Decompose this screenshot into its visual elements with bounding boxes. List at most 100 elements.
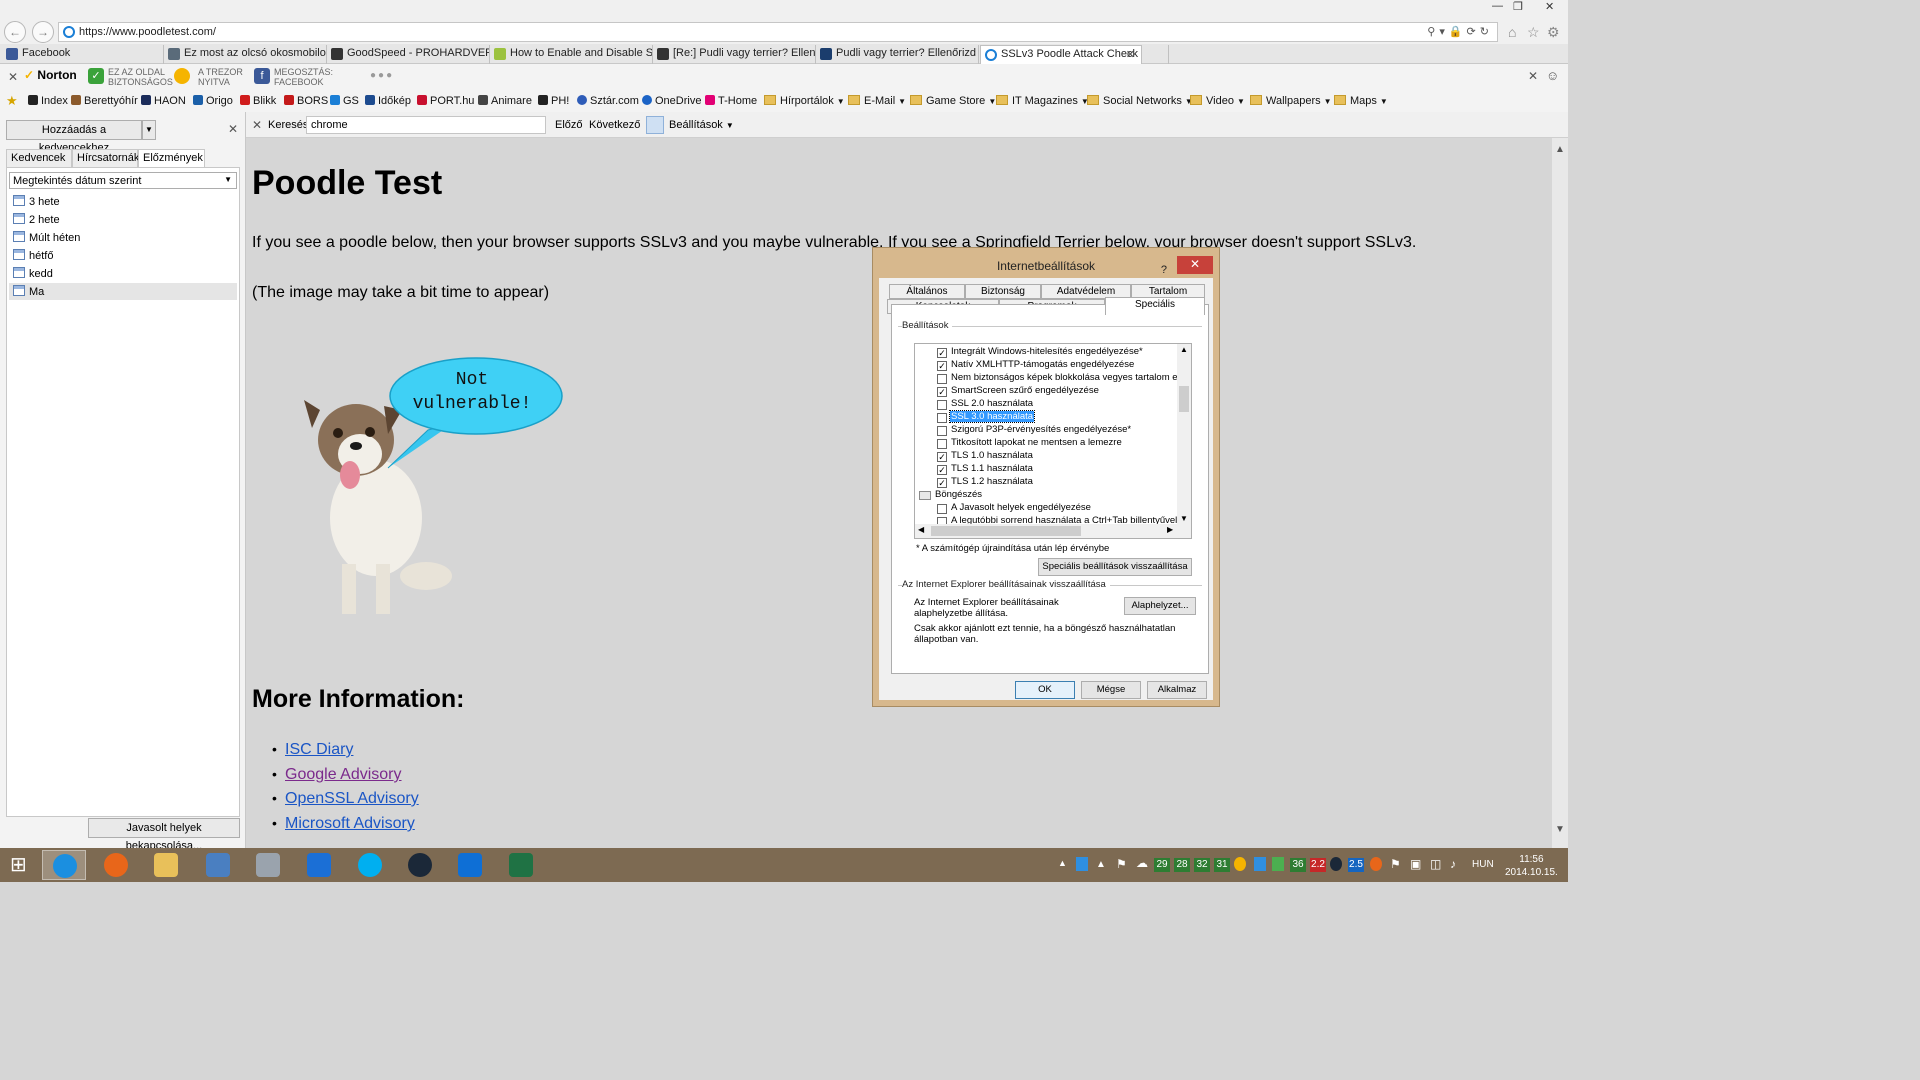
tab-history[interactable]: Előzmények: [138, 149, 205, 167]
norton-logo[interactable]: ✓ Norton: [24, 68, 80, 86]
chevron-up-icon[interactable]: ▲: [1180, 345, 1188, 354]
folder-maps[interactable]: Maps ▼: [1334, 95, 1388, 107]
fav-haon[interactable]: HAON: [141, 95, 186, 107]
tray-app-icon[interactable]: [1370, 857, 1382, 871]
checkbox-checked[interactable]: ✓: [937, 361, 947, 371]
fav-onedrive[interactable]: OneDrive: [642, 95, 701, 107]
close-window-icon[interactable]: ✕: [1545, 0, 1554, 13]
help-icon[interactable]: ?: [1161, 258, 1167, 282]
settings-horizontal-scrollbar[interactable]: ◀ ▶: [915, 524, 1191, 538]
fav-port[interactable]: PORT.hu: [417, 95, 474, 107]
apply-button[interactable]: Alkalmaz: [1147, 681, 1207, 699]
close-toolbar-icon[interactable]: ✕: [8, 70, 18, 84]
taskbar-mail[interactable]: [297, 850, 341, 880]
add-favorite-star-icon[interactable]: ★: [6, 93, 18, 109]
favorites-star-icon[interactable]: ☆: [1527, 24, 1540, 41]
checkbox[interactable]: [937, 413, 947, 423]
monitor-icon[interactable]: ▣: [1410, 857, 1421, 871]
tab-goodspeed[interactable]: GoodSpeed - PROHARDVER! T...: [327, 45, 490, 64]
history-item[interactable]: 2 hete: [13, 213, 60, 226]
find-options-button[interactable]: Beállítások ▼: [669, 119, 734, 131]
chevron-right-icon[interactable]: ▶: [1167, 525, 1173, 534]
restore-icon[interactable]: ❐: [1513, 0, 1523, 13]
new-tab-button[interactable]: [1142, 45, 1169, 64]
fav-sztar[interactable]: Sztár.com: [577, 95, 639, 107]
tray-expand-icon[interactable]: ▲: [1058, 858, 1067, 868]
tray-app-icon[interactable]: [1272, 857, 1284, 871]
tray-app-icon[interactable]: [1254, 857, 1266, 871]
tab-pudli-re[interactable]: [Re:] Pudli vagy terrier? Ellenőri...: [653, 45, 816, 64]
tab-advanced[interactable]: Speciális: [1105, 297, 1205, 315]
norton-share[interactable]: MEGOSZTÁS: FACEBOOK: [274, 67, 333, 87]
back-button[interactable]: ←: [4, 21, 26, 43]
find-previous-button[interactable]: Előző: [555, 119, 583, 131]
address-bar[interactable]: https://www.poodletest.com/ ⚲▾🔒⟳↻: [58, 22, 1498, 42]
restore-advanced-button[interactable]: Speciális beállítások visszaállítása: [1038, 558, 1192, 576]
fav-idokep[interactable]: Időkép: [365, 95, 411, 107]
norton-vault-status[interactable]: A TREZOR NYITVA: [198, 67, 243, 87]
folder-video[interactable]: Video ▼: [1190, 95, 1245, 107]
fav-berettyohir[interactable]: Berettyóhír: [71, 95, 138, 107]
fav-animare[interactable]: Animare: [478, 95, 532, 107]
history-item-selected[interactable]: Ma: [9, 283, 237, 300]
clock[interactable]: 11:56 2014.10.15.: [1505, 853, 1558, 879]
address-tools-icons[interactable]: ⚲▾🔒⟳↻: [1427, 25, 1493, 38]
forward-button[interactable]: →: [32, 21, 54, 43]
find-next-button[interactable]: Következő: [589, 119, 640, 131]
tray-counter[interactable]: 31: [1214, 858, 1230, 872]
scroll-down-icon[interactable]: ▼: [1555, 824, 1565, 835]
settings-vertical-scrollbar[interactable]: ▲ ▼: [1177, 344, 1191, 526]
shield-icon[interactable]: ⚑: [1116, 857, 1127, 871]
tray-counter[interactable]: 2.5: [1348, 858, 1364, 872]
taskbar-control-panel[interactable]: [196, 850, 240, 880]
signal-icon[interactable]: ▲: [1096, 859, 1106, 870]
tab-security[interactable]: Biztonság: [965, 284, 1041, 299]
flag-icon[interactable]: ⚑: [1390, 857, 1401, 871]
highlight-pen-icon[interactable]: [646, 116, 664, 134]
folder-hirportalok[interactable]: Hírportálok ▼: [764, 95, 845, 107]
history-sort-select[interactable]: Megtekintés dátum szerint ▼: [9, 172, 237, 189]
taskbar-explorer[interactable]: [144, 850, 188, 880]
page-scrollbar[interactable]: ▲ ▼: [1552, 138, 1568, 848]
taskbar-ie[interactable]: [42, 850, 86, 880]
tray-counter[interactable]: 32: [1194, 858, 1210, 872]
checkbox[interactable]: [937, 400, 947, 410]
language-indicator[interactable]: HUN: [1472, 859, 1494, 870]
tray-counter[interactable]: 2.2: [1310, 858, 1326, 872]
reset-button[interactable]: Alaphelyzet...: [1124, 597, 1196, 615]
suggested-sites-button[interactable]: Javasolt helyek bekapcsolása...: [88, 818, 240, 852]
cancel-button[interactable]: Mégse: [1081, 681, 1141, 699]
close-icon[interactable]: ✕: [1528, 69, 1538, 83]
folder-email[interactable]: E-Mail ▼: [848, 95, 906, 107]
history-item[interactable]: 3 hete: [13, 195, 60, 208]
tray-app-icon[interactable]: [1076, 857, 1088, 871]
address-url[interactable]: https://www.poodletest.com/: [79, 26, 216, 38]
tab-how-to-ssl[interactable]: How to Enable and Disable SSL...: [490, 45, 653, 64]
add-to-favorites-button[interactable]: Hozzáadás a kedvencekhez: [6, 120, 142, 154]
find-input[interactable]: chrome: [306, 116, 546, 134]
checkbox-checked[interactable]: ✓: [937, 478, 947, 488]
volume-icon[interactable]: ♪: [1450, 857, 1456, 871]
fav-ph[interactable]: PH!: [538, 95, 569, 107]
smiley-icon[interactable]: ☺: [1546, 68, 1559, 83]
checkbox[interactable]: [937, 374, 947, 384]
link-microsoft-advisory[interactable]: Microsoft Advisory: [285, 815, 415, 833]
link-google-advisory[interactable]: Google Advisory: [285, 766, 402, 784]
home-icon[interactable]: ⌂: [1508, 24, 1516, 40]
taskbar-skype[interactable]: [348, 850, 392, 880]
link-isc-diary[interactable]: ISC Diary: [285, 741, 353, 759]
folder-it-magazines[interactable]: IT Magazines ▼: [996, 95, 1089, 107]
tab-general[interactable]: Általános: [889, 284, 965, 299]
taskbar-teamviewer[interactable]: [448, 850, 492, 880]
tab-facebook[interactable]: Facebook: [2, 45, 164, 64]
checkbox[interactable]: [937, 504, 947, 514]
taskbar-firefox[interactable]: [94, 850, 138, 880]
history-item[interactable]: hétfő: [13, 249, 53, 262]
fav-bors[interactable]: BORS: [284, 95, 328, 107]
link-openssl-advisory[interactable]: OpenSSL Advisory: [285, 790, 419, 808]
close-find-icon[interactable]: ✕: [252, 118, 262, 132]
taskbar-steam[interactable]: [398, 850, 442, 880]
fav-thome[interactable]: T-Home: [705, 95, 757, 107]
gear-icon[interactable]: ⚙: [1547, 24, 1560, 41]
windows-start-icon[interactable]: ⊞: [10, 855, 27, 875]
